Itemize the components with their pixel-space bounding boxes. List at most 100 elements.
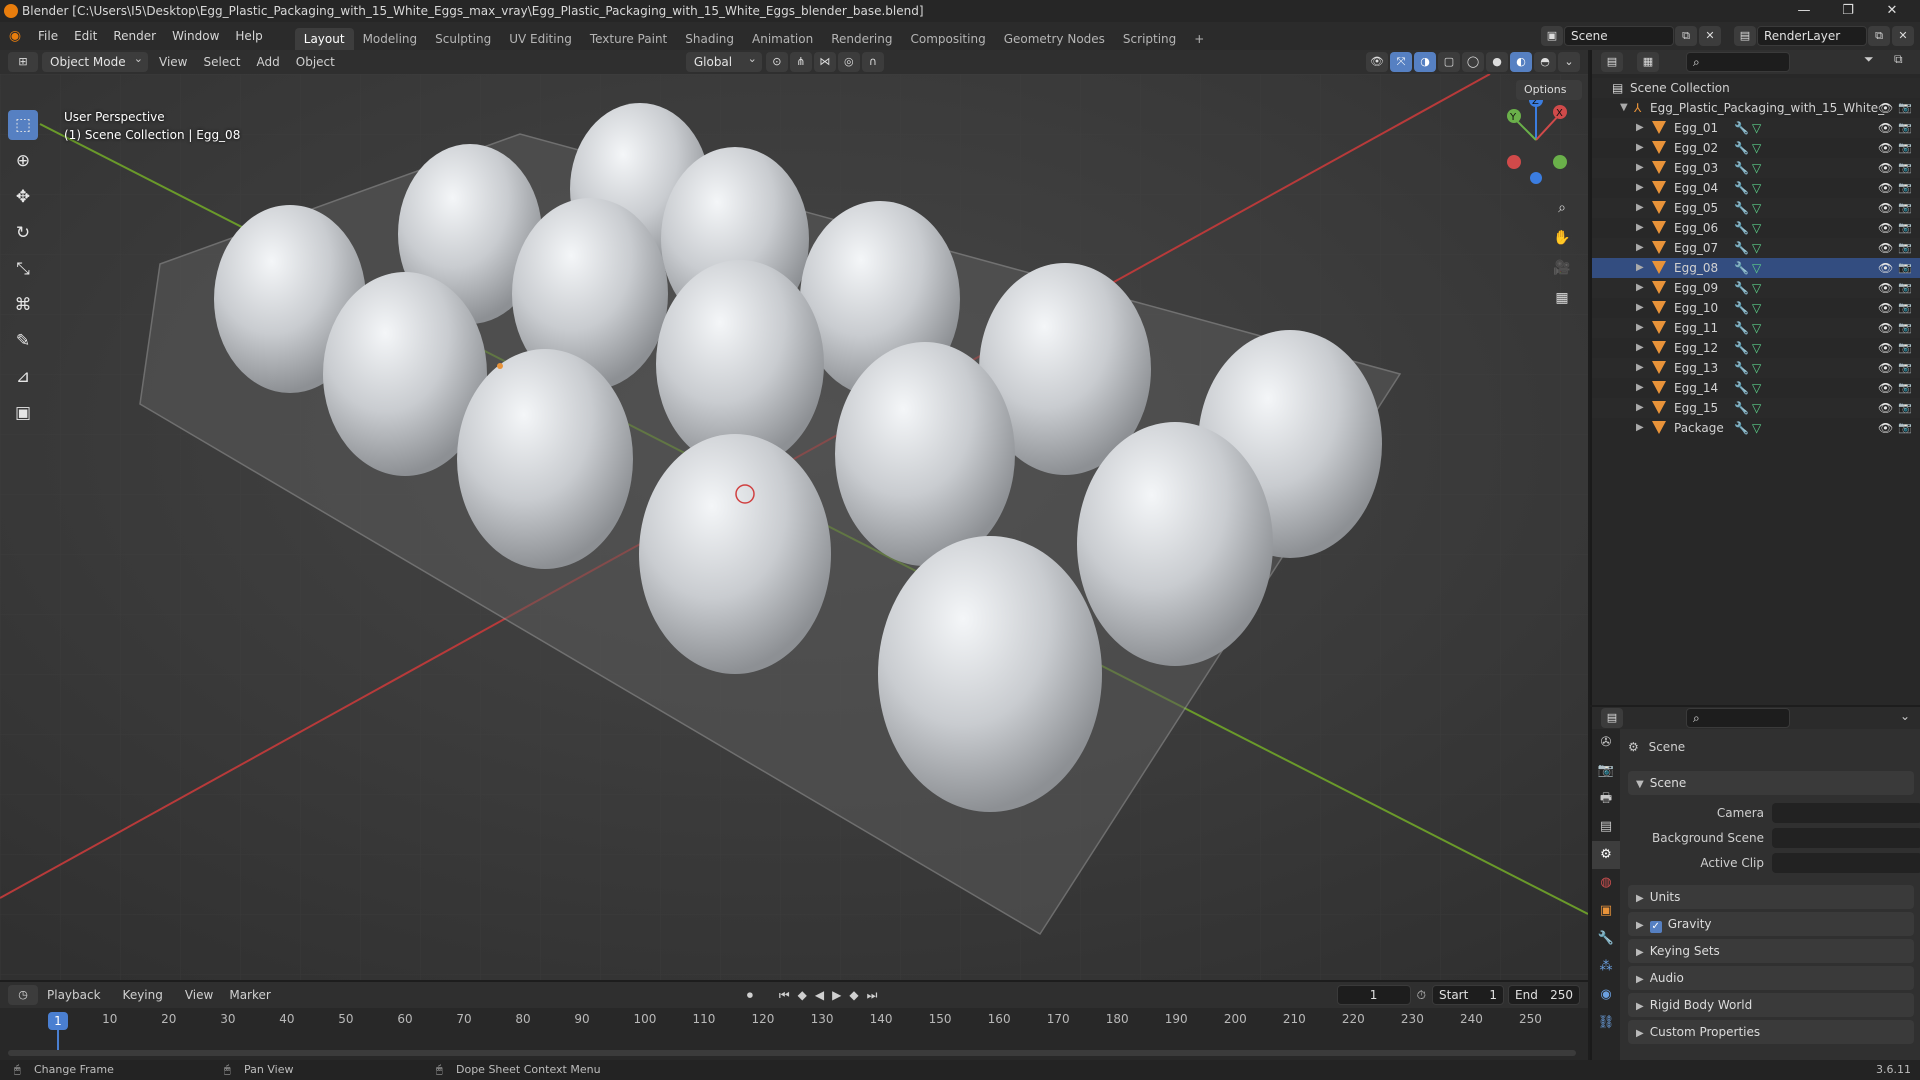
mesh-data-icon[interactable]: ▽ <box>1752 318 1761 338</box>
outliner-row-object[interactable]: ▶ Egg_11 🔧 ▽ 👁 📷 <box>1592 318 1920 338</box>
expand-icon[interactable]: ▶ <box>1636 418 1644 438</box>
menu-render[interactable]: Render <box>105 22 164 50</box>
tab-rendering[interactable]: Rendering <box>822 28 901 50</box>
mesh-data-icon[interactable]: ▽ <box>1752 338 1761 358</box>
properties-editor-type-icon[interactable]: ▤ <box>1601 708 1623 728</box>
mesh-data-icon[interactable]: ▽ <box>1752 378 1761 398</box>
menu-edit[interactable]: Edit <box>66 22 105 50</box>
menu-window[interactable]: Window <box>164 22 227 50</box>
render-icon[interactable]: 📷 <box>1898 118 1912 138</box>
record-icon[interactable]: ⏺ <box>739 984 761 1006</box>
scale-icon[interactable]: ⤡ <box>8 254 38 284</box>
mesh-data-icon[interactable]: ▽ <box>1752 258 1761 278</box>
render-icon[interactable]: 📷 <box>1898 98 1912 118</box>
scene-subpanel[interactable]: ▼ Scene <box>1628 771 1914 795</box>
mesh-data-icon[interactable]: ▽ <box>1752 158 1761 178</box>
tab-sculpting[interactable]: Sculpting <box>426 28 500 50</box>
mesh-data-icon[interactable]: ▽ <box>1752 238 1761 258</box>
render-icon[interactable]: 📷 <box>1898 238 1912 258</box>
modifier-icon[interactable]: 🔧 <box>1734 118 1749 138</box>
mesh-data-icon[interactable]: ▽ <box>1752 398 1761 418</box>
render-icon[interactable]: 📷 <box>1898 258 1912 278</box>
eye-icon[interactable]: 👁 <box>1878 118 1893 138</box>
mesh-data-icon[interactable]: ▽ <box>1752 138 1761 158</box>
measure-icon[interactable]: ⊿ <box>8 362 38 392</box>
menu-select[interactable]: Select <box>195 51 248 73</box>
constraints-tab-icon[interactable]: ⛓ <box>1592 1009 1620 1037</box>
units-panel[interactable]: ▶ Units <box>1628 885 1914 909</box>
modifier-icon[interactable]: 🔧 <box>1734 378 1749 398</box>
keying-sets-panel[interactable]: ▶ Keying Sets <box>1628 939 1914 963</box>
modifier-icon[interactable]: 🔧 <box>1734 318 1749 338</box>
close-button[interactable]: ✕ <box>1870 0 1914 22</box>
eye-icon[interactable]: 👁 <box>1878 398 1893 418</box>
expand-icon[interactable]: ▼ <box>1620 98 1628 118</box>
outliner-row-scene-collection[interactable]: ▤ Scene Collection <box>1592 78 1920 98</box>
outliner-row-object[interactable]: ▶ Egg_07 🔧 ▽ 👁 📷 <box>1592 238 1920 258</box>
tab-geometry-nodes[interactable]: Geometry Nodes <box>995 28 1114 50</box>
outliner-row-object[interactable]: ▶ Egg_02 🔧 ▽ 👁 📷 <box>1592 138 1920 158</box>
expand-icon[interactable]: ▶ <box>1636 178 1644 198</box>
outliner-row-object[interactable]: ▶ Egg_06 🔧 ▽ 👁 📷 <box>1592 218 1920 238</box>
modifier-icon[interactable]: 🔧 <box>1734 298 1749 318</box>
outliner-row-object[interactable]: ▶ Egg_15 🔧 ▽ 👁 📷 <box>1592 398 1920 418</box>
physics-tab-icon[interactable]: ◉ <box>1592 981 1620 1009</box>
eye-icon[interactable]: 👁 <box>1878 98 1893 118</box>
visibility-icon[interactable]: 👁 <box>1366 52 1388 72</box>
eye-icon[interactable]: 👁 <box>1878 198 1893 218</box>
render-icon[interactable]: 📷 <box>1898 298 1912 318</box>
timeline-editor-type-icon[interactable]: ◷ <box>8 985 38 1005</box>
render-icon[interactable]: 📷 <box>1898 198 1912 218</box>
mesh-data-icon[interactable]: ▽ <box>1752 178 1761 198</box>
eye-icon[interactable]: 👁 <box>1878 138 1893 158</box>
render-icon[interactable]: 📷 <box>1898 218 1912 238</box>
outliner-row-object[interactable]: ▶ Egg_04 🔧 ▽ 👁 📷 <box>1592 178 1920 198</box>
gravity-checkbox[interactable]: ✓ <box>1649 921 1662 933</box>
snap-icon[interactable]: ⋔ <box>789 52 812 72</box>
expand-icon[interactable]: ▶ <box>1636 318 1644 338</box>
mesh-data-icon[interactable]: ▽ <box>1752 418 1761 438</box>
outliner-row-collection[interactable]: ▼ ⅄ Egg_Plastic_Packaging_with_15_White_… <box>1592 98 1920 118</box>
menu-help[interactable]: Help <box>227 22 270 50</box>
view-layer-browse-icon[interactable]: ▤ <box>1734 26 1756 46</box>
maximize-button[interactable]: ❐ <box>1826 0 1870 22</box>
tab-shading[interactable]: Shading <box>676 28 743 50</box>
proportional-edit-icon[interactable]: ◎ <box>837 52 860 72</box>
render-icon[interactable]: 📷 <box>1898 158 1912 178</box>
ortho-toggle-icon[interactable]: ▦ <box>1550 286 1574 310</box>
menu-object[interactable]: Object <box>288 51 343 73</box>
eye-icon[interactable]: 👁 <box>1878 358 1893 378</box>
expand-icon[interactable]: ▶ <box>1636 238 1644 258</box>
mesh-data-icon[interactable]: ▽ <box>1752 278 1761 298</box>
mesh-data-icon[interactable]: ▽ <box>1752 118 1761 138</box>
expand-icon[interactable]: ▶ <box>1636 378 1644 398</box>
expand-icon[interactable]: ▶ <box>1636 338 1644 358</box>
mesh-data-icon[interactable]: ▽ <box>1752 218 1761 238</box>
output-tab-icon[interactable]: 🖶 <box>1592 785 1620 813</box>
modifier-icon[interactable]: 🔧 <box>1734 238 1749 258</box>
delete-view-layer-icon[interactable]: ✕ <box>1892 26 1914 46</box>
eye-icon[interactable]: 👁 <box>1878 318 1893 338</box>
camera-view-icon[interactable]: 🎥 <box>1550 256 1574 280</box>
tab-modeling[interactable]: Modeling <box>354 28 427 50</box>
render-icon[interactable]: 📷 <box>1898 418 1912 438</box>
expand-icon[interactable]: ▶ <box>1636 138 1644 158</box>
world-tab-icon[interactable]: ◍ <box>1592 869 1620 897</box>
render-tab-icon[interactable]: 📷 <box>1592 757 1620 785</box>
eye-icon[interactable]: 👁 <box>1878 178 1893 198</box>
modifier-icon[interactable]: 🔧 <box>1734 158 1749 178</box>
modifier-tab-icon[interactable]: 🔧 <box>1592 925 1620 953</box>
tab-animation[interactable]: Animation <box>743 28 822 50</box>
eye-icon[interactable]: 👁 <box>1878 418 1893 438</box>
outliner-row-object[interactable]: ▶ Egg_12 🔧 ▽ 👁 📷 <box>1592 338 1920 358</box>
modifier-icon[interactable]: 🔧 <box>1734 138 1749 158</box>
eye-icon[interactable]: 👁 <box>1878 258 1893 278</box>
current-frame-field[interactable]: 1 <box>1336 985 1411 1005</box>
snap-target-icon[interactable]: ⋈ <box>813 52 836 72</box>
menu-view[interactable]: View <box>151 51 195 73</box>
gizmo-toggle-icon[interactable]: ⤧ <box>1390 52 1412 72</box>
menu-add[interactable]: Add <box>249 51 288 73</box>
menu-keying[interactable]: Keying <box>115 984 177 1006</box>
mesh-data-icon[interactable]: ▽ <box>1752 298 1761 318</box>
editor-type-icon[interactable]: ⊞ <box>8 52 38 72</box>
